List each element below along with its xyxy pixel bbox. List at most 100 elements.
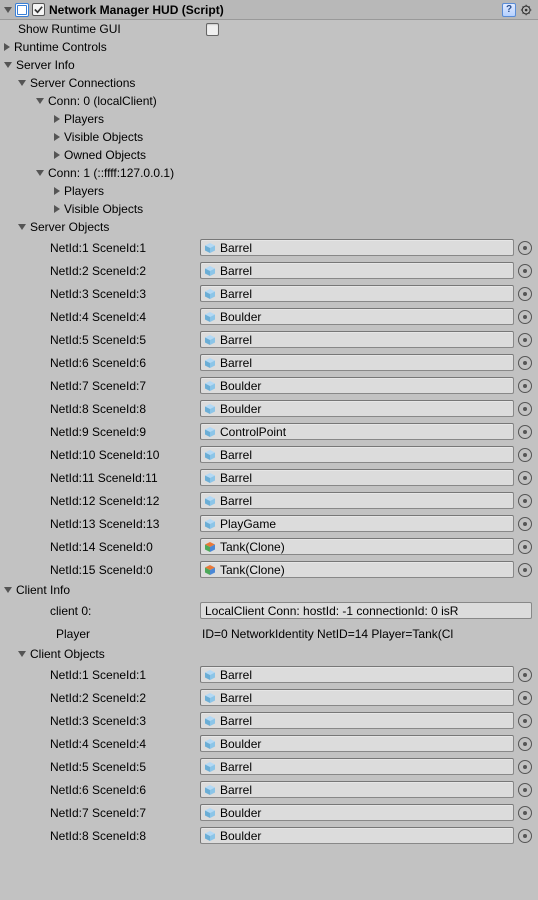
client-object-5-object-name: Barrel (220, 783, 252, 797)
server-object-13-label: NetId:14 SceneId:0 (0, 540, 200, 554)
client-object-0-object-slot[interactable]: Barrel (200, 666, 514, 683)
server-object-14-row: NetId:15 SceneId:0Tank(Clone) (0, 558, 538, 581)
object-picker-icon[interactable] (518, 333, 532, 347)
server-object-5-object-name: Barrel (220, 356, 252, 370)
client-object-1-object-slot[interactable]: Barrel (200, 689, 514, 706)
object-picker-icon[interactable] (518, 714, 532, 728)
server-object-6-row: NetId:7 SceneId:7Boulder (0, 374, 538, 397)
client-info-foldout[interactable]: Client Info (0, 581, 538, 599)
show-runtime-gui-checkbox[interactable] (206, 23, 219, 36)
server-object-5-row: NetId:6 SceneId:6Barrel (0, 351, 538, 374)
server-object-9-object-name: Barrel (220, 448, 252, 462)
server-object-14-object-slot[interactable]: Tank(Clone) (200, 561, 514, 578)
object-picker-icon[interactable] (518, 310, 532, 324)
object-picker-icon[interactable] (518, 448, 532, 462)
conn-0-visible-foldout[interactable]: Visible Objects (0, 128, 538, 146)
server-object-13-row: NetId:14 SceneId:0Tank(Clone) (0, 535, 538, 558)
conn-1-foldout[interactable]: Conn: 1 (::ffff:127.0.0.1) (0, 164, 538, 182)
server-object-1-label: NetId:2 SceneId:2 (0, 264, 200, 278)
object-picker-icon[interactable] (518, 668, 532, 682)
client-object-2-object-name: Barrel (220, 714, 252, 728)
client-object-3-row: NetId:4 SceneId:4Boulder (0, 732, 538, 755)
help-icon[interactable] (502, 3, 516, 17)
object-picker-icon[interactable] (518, 471, 532, 485)
server-object-13-object-slot[interactable]: Tank(Clone) (200, 538, 514, 555)
object-picker-icon[interactable] (518, 425, 532, 439)
conn-0-owned-foldout[interactable]: Owned Objects (0, 146, 538, 164)
object-picker-icon[interactable] (518, 691, 532, 705)
component-header[interactable]: Network Manager HUD (Script) (0, 0, 538, 20)
client-object-4-object-name: Barrel (220, 760, 252, 774)
foldout-icon[interactable] (4, 7, 12, 13)
server-object-4-object-slot[interactable]: Barrel (200, 331, 514, 348)
server-object-5-object-slot[interactable]: Barrel (200, 354, 514, 371)
object-picker-icon[interactable] (518, 356, 532, 370)
object-picker-icon[interactable] (518, 783, 532, 797)
server-objects-foldout[interactable]: Server Objects (0, 218, 538, 236)
client-object-4-label: NetId:5 SceneId:5 (0, 760, 200, 774)
server-object-3-object-slot[interactable]: Boulder (200, 308, 514, 325)
conn-0-players-foldout[interactable]: Players (0, 110, 538, 128)
conn-1-players-foldout[interactable]: Players (0, 182, 538, 200)
client-objects-foldout[interactable]: Client Objects (0, 645, 538, 663)
client-object-6-row: NetId:7 SceneId:7Boulder (0, 801, 538, 824)
server-info-foldout[interactable]: Server Info (0, 56, 538, 74)
server-object-0-object-name: Barrel (220, 241, 252, 255)
server-object-0-label: NetId:1 SceneId:1 (0, 241, 200, 255)
server-object-1-object-slot[interactable]: Barrel (200, 262, 514, 279)
server-object-0-object-slot[interactable]: Barrel (200, 239, 514, 256)
prefab-cube-icon (204, 495, 216, 507)
prefab-cube-icon (204, 472, 216, 484)
client-object-2-object-slot[interactable]: Barrel (200, 712, 514, 729)
conn-0-foldout[interactable]: Conn: 0 (localClient) (0, 92, 538, 110)
gear-icon[interactable] (520, 3, 534, 17)
object-picker-icon[interactable] (518, 517, 532, 531)
object-picker-icon[interactable] (518, 379, 532, 393)
server-object-6-object-slot[interactable]: Boulder (200, 377, 514, 394)
server-object-8-object-slot[interactable]: ControlPoint (200, 423, 514, 440)
chevron-down-icon (36, 98, 44, 104)
server-object-7-object-slot[interactable]: Boulder (200, 400, 514, 417)
prefab-multicolor-icon (204, 541, 216, 553)
object-picker-icon[interactable] (518, 241, 532, 255)
client-object-0-object-name: Barrel (220, 668, 252, 682)
client-0-value[interactable]: LocalClient Conn: hostId: -1 connectionI… (200, 602, 532, 619)
server-object-2-row: NetId:3 SceneId:3Barrel (0, 282, 538, 305)
server-object-10-object-slot[interactable]: Barrel (200, 469, 514, 486)
chevron-down-icon (4, 62, 12, 68)
server-object-2-object-slot[interactable]: Barrel (200, 285, 514, 302)
client-object-5-object-slot[interactable]: Barrel (200, 781, 514, 798)
runtime-controls-foldout[interactable]: Runtime Controls (0, 38, 538, 56)
object-picker-icon[interactable] (518, 287, 532, 301)
conn-1-visible-foldout[interactable]: Visible Objects (0, 200, 538, 218)
object-picker-icon[interactable] (518, 806, 532, 820)
server-object-3-row: NetId:4 SceneId:4Boulder (0, 305, 538, 328)
client-0-label: client 0: (0, 604, 200, 618)
server-object-11-object-slot[interactable]: Barrel (200, 492, 514, 509)
client-object-3-object-slot[interactable]: Boulder (200, 735, 514, 752)
object-picker-icon[interactable] (518, 540, 532, 554)
server-object-9-object-slot[interactable]: Barrel (200, 446, 514, 463)
object-picker-icon[interactable] (518, 760, 532, 774)
server-object-3-object-name: Boulder (220, 310, 261, 324)
prefab-cube-icon (204, 426, 216, 438)
server-object-12-object-slot[interactable]: PlayGame (200, 515, 514, 532)
server-connections-foldout[interactable]: Server Connections (0, 74, 538, 92)
prefab-cube-icon (204, 518, 216, 530)
object-picker-icon[interactable] (518, 264, 532, 278)
object-picker-icon[interactable] (518, 494, 532, 508)
prefab-cube-icon (204, 784, 216, 796)
server-object-12-row: NetId:13 SceneId:13PlayGame (0, 512, 538, 535)
object-picker-icon[interactable] (518, 737, 532, 751)
object-picker-icon[interactable] (518, 563, 532, 577)
enabled-checkbox[interactable] (32, 3, 45, 16)
client-object-7-object-slot[interactable]: Boulder (200, 827, 514, 844)
object-picker-icon[interactable] (518, 829, 532, 843)
object-picker-icon[interactable] (518, 402, 532, 416)
chevron-down-icon (18, 651, 26, 657)
client-object-6-object-slot[interactable]: Boulder (200, 804, 514, 821)
client-object-4-object-slot[interactable]: Barrel (200, 758, 514, 775)
prefab-cube-icon (204, 807, 216, 819)
client-object-1-label: NetId:2 SceneId:2 (0, 691, 200, 705)
server-object-10-label: NetId:11 SceneId:11 (0, 471, 200, 485)
